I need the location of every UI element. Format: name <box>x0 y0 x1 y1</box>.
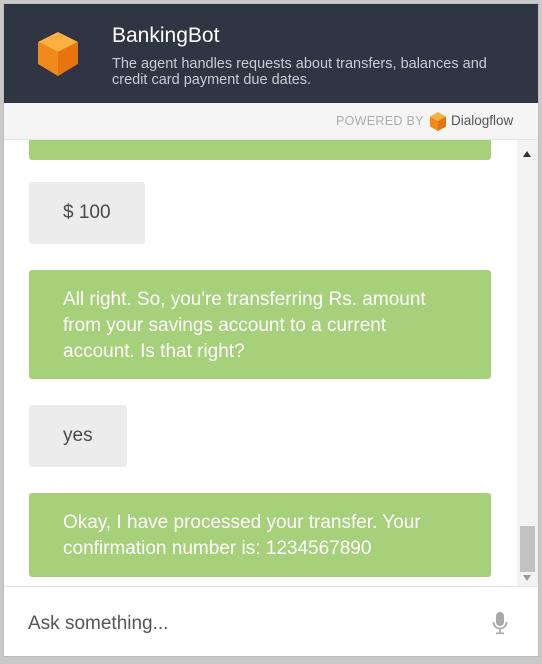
scroll-down-arrow-icon[interactable] <box>523 575 531 581</box>
agent-header: BankingBot The agent handles requests ab… <box>4 4 538 103</box>
powered-by-label: POWERED BY <box>336 114 424 128</box>
message-list[interactable]: $ 100 All right. So, you're transferring… <box>4 140 516 586</box>
bot-message-text: All right. So, you're transferring Rs. a… <box>63 289 426 362</box>
bot-message <box>29 140 491 160</box>
input-bar <box>4 586 538 656</box>
message-input[interactable] <box>26 609 470 639</box>
scroll-up-arrow-icon[interactable] <box>523 151 531 157</box>
bot-message-text: Okay, I have processed your transfer. Yo… <box>63 512 421 559</box>
user-message: yes <box>29 405 127 467</box>
microphone-icon[interactable] <box>492 611 508 635</box>
chat-scrollbar[interactable] <box>517 140 538 586</box>
bot-message: Okay, I have processed your transfer. Yo… <box>29 493 491 577</box>
bot-message: All right. So, you're transferring Rs. a… <box>29 270 491 379</box>
powered-by-bar: POWERED BY Dialogflow <box>4 103 538 140</box>
chat-widget: BankingBot The agent handles requests ab… <box>4 4 538 656</box>
dialogflow-icon[interactable] <box>429 111 447 132</box>
user-message-text: $ 100 <box>63 202 111 223</box>
bot-cube-icon <box>38 32 78 76</box>
scrollbar-thumb[interactable] <box>520 526 535 572</box>
user-message-text: yes <box>63 425 93 446</box>
user-message: $ 100 <box>29 182 145 244</box>
agent-description: The agent handles requests about transfe… <box>112 56 487 88</box>
dialogflow-link[interactable]: Dialogflow <box>451 113 513 128</box>
agent-name: BankingBot <box>112 24 220 47</box>
